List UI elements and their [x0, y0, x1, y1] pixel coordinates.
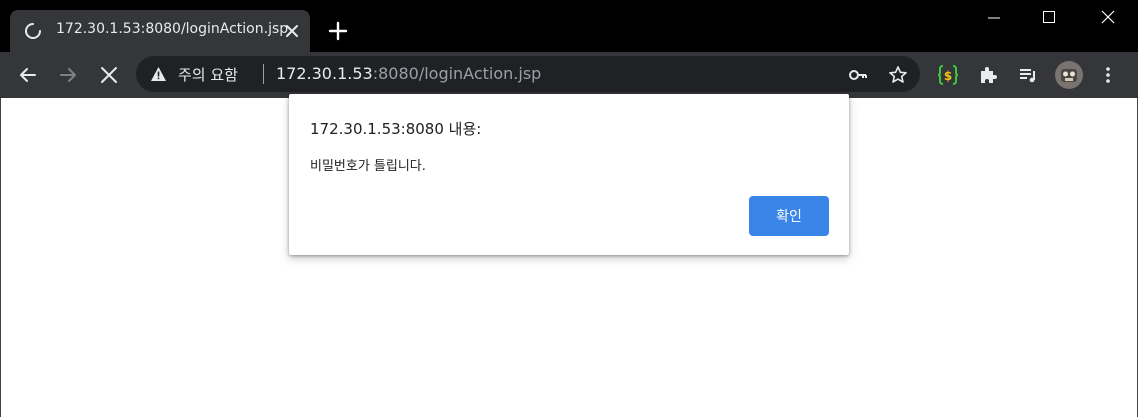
star-icon	[889, 66, 907, 83]
tab-title: 172.30.1.53:8080/loginAction.jsp	[56, 21, 289, 37]
extensions-menu-button[interactable]	[976, 63, 1000, 87]
extension-brackets-icon: $	[937, 65, 959, 85]
dialog-title: 172.30.1.53:8080 내용:	[310, 120, 482, 138]
maximize-button[interactable]	[1026, 0, 1072, 34]
browser-menu-button[interactable]	[1096, 63, 1120, 87]
divider	[263, 64, 264, 84]
kebab-menu-icon	[1106, 67, 1110, 83]
password-key-button[interactable]	[846, 63, 870, 87]
close-icon[interactable]	[282, 21, 302, 41]
spinner-icon	[25, 23, 41, 39]
arrow-left-icon	[20, 68, 36, 82]
media-queue-button[interactable]	[1016, 63, 1040, 87]
window-close-button[interactable]	[1085, 0, 1131, 34]
forward-button[interactable]	[56, 63, 80, 87]
close-icon	[101, 67, 117, 83]
address-bar[interactable]: 주의 요함 172.30.1.53:8080/loginAction.jsp	[136, 56, 920, 92]
avatar	[1055, 61, 1083, 89]
dialog-message: 비밀번호가 틀립니다.	[310, 159, 426, 174]
minimize-icon	[988, 17, 1000, 19]
close-icon	[1101, 10, 1115, 24]
stop-button[interactable]	[97, 63, 121, 87]
url-path: :8080/loginAction.jsp	[372, 64, 542, 83]
tab-active[interactable]: 172.30.1.53:8080/loginAction.jsp	[10, 10, 310, 52]
tab-strip: 172.30.1.53:8080/loginAction.jsp	[0, 0, 1138, 52]
security-warning-label[interactable]: 주의 요함	[178, 64, 238, 85]
alert-dialog: 172.30.1.53:8080 내용: 비밀번호가 틀립니다. 확인	[289, 94, 849, 255]
ok-button[interactable]: 확인	[749, 196, 829, 236]
media-queue-icon	[1020, 69, 1035, 83]
svg-text:$: $	[944, 69, 952, 83]
extension-button[interactable]: $	[936, 63, 960, 87]
url-text[interactable]: 172.30.1.53:8080/loginAction.jsp	[276, 64, 541, 83]
arrow-right-icon	[60, 68, 76, 82]
url-host: 172.30.1.53	[276, 64, 373, 83]
profile-button[interactable]	[1055, 61, 1083, 89]
back-button[interactable]	[16, 63, 40, 87]
bookmark-button[interactable]	[886, 63, 910, 87]
puzzle-icon	[981, 67, 997, 83]
maximize-icon	[1043, 11, 1055, 23]
key-icon	[849, 70, 867, 80]
plus-icon[interactable]	[326, 19, 350, 43]
warning-icon[interactable]	[150, 66, 167, 82]
minimize-button[interactable]	[971, 0, 1017, 34]
browser-toolbar: 주의 요함 172.30.1.53:8080/loginAction.jsp $	[0, 52, 1138, 98]
